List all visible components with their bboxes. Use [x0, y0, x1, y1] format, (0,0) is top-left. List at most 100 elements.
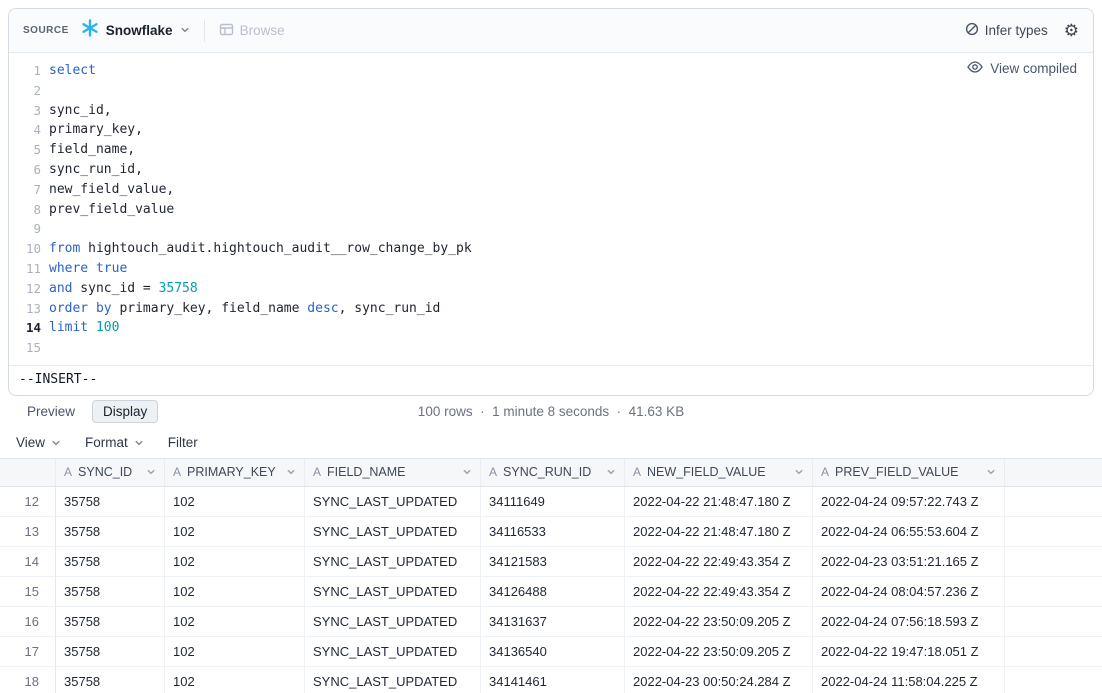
sort-chevron-icon[interactable] — [606, 467, 616, 477]
filter-menu[interactable]: Filter — [168, 435, 198, 450]
table-cell[interactable]: SYNC_LAST_UPDATED — [305, 667, 481, 693]
table-cell-filler — [1005, 667, 1102, 693]
table-cell[interactable]: 102 — [165, 667, 305, 693]
code-line[interactable]: and sync_id = 35758 — [49, 279, 1093, 299]
source-name: Snowflake — [106, 23, 173, 38]
table-cell[interactable]: SYNC_LAST_UPDATED — [305, 637, 481, 667]
line-number: 1 — [9, 61, 41, 81]
column-header-prev_field_value[interactable]: APREV_FIELD_VALUE — [813, 459, 1005, 487]
table-cell[interactable]: SYNC_LAST_UPDATED — [305, 547, 481, 577]
table-cell[interactable]: 34136540 — [481, 637, 625, 667]
column-label: SYNC_ID — [78, 465, 132, 479]
sql-editor[interactable]: 123456789101112131415 select sync_id,pri… — [9, 53, 1093, 365]
table-cell[interactable]: 2022-04-22 22:49:43.354 Z — [625, 547, 813, 577]
table-cell[interactable]: 2022-04-22 23:50:09.205 Z — [625, 637, 813, 667]
table-cell-filler — [1005, 517, 1102, 547]
code-line[interactable]: where true — [49, 259, 1093, 279]
code-line[interactable]: prev_field_value — [49, 200, 1093, 220]
code-line[interactable]: from hightouch_audit.hightouch_audit__ro… — [49, 239, 1093, 259]
code-line[interactable]: field_name, — [49, 140, 1093, 160]
browse-icon — [219, 22, 234, 40]
source-selector[interactable]: Snowflake — [81, 19, 190, 42]
table-cell[interactable]: 34141461 — [481, 667, 625, 693]
column-header-new_field_value[interactable]: ANEW_FIELD_VALUE — [625, 459, 813, 487]
table-cell[interactable]: 35758 — [56, 487, 165, 517]
column-header-sync_run_id[interactable]: ASYNC_RUN_ID — [481, 459, 625, 487]
column-label: FIELD_NAME — [327, 465, 406, 479]
editor-code[interactable]: select sync_id,primary_key,field_name,sy… — [41, 61, 1093, 358]
table-cell[interactable]: 2022-04-24 06:55:53.604 Z — [813, 517, 1005, 547]
table-cell[interactable]: 2022-04-23 03:51:21.165 Z — [813, 547, 1005, 577]
table-cell[interactable]: 102 — [165, 637, 305, 667]
table-cell[interactable]: 102 — [165, 487, 305, 517]
line-number: 4 — [9, 120, 41, 140]
table-cell[interactable]: 102 — [165, 547, 305, 577]
infer-types-button[interactable]: Infer types — [965, 22, 1048, 39]
view-menu[interactable]: View — [16, 435, 61, 450]
code-line[interactable]: new_field_value, — [49, 180, 1093, 200]
code-line[interactable] — [49, 81, 1093, 101]
table-cell[interactable]: 2022-04-24 07:56:18.593 Z — [813, 607, 1005, 637]
sort-chevron-icon[interactable] — [286, 467, 296, 477]
sort-chevron-icon[interactable] — [462, 467, 472, 477]
table-cell[interactable]: 35758 — [56, 577, 165, 607]
table-cell[interactable]: 2022-04-24 09:57:22.743 Z — [813, 487, 1005, 517]
code-line[interactable] — [49, 338, 1093, 358]
table-cell[interactable]: SYNC_LAST_UPDATED — [305, 517, 481, 547]
tab-preview[interactable]: Preview — [16, 400, 86, 423]
table-cell[interactable]: SYNC_LAST_UPDATED — [305, 577, 481, 607]
table-cell[interactable]: 2022-04-22 21:48:47.180 Z — [625, 517, 813, 547]
table-cell[interactable]: 35758 — [56, 547, 165, 577]
table-cell[interactable]: 102 — [165, 577, 305, 607]
format-menu[interactable]: Format — [85, 435, 144, 450]
table-cell[interactable]: 34111649 — [481, 487, 625, 517]
gear-icon[interactable]: ⚙ — [1064, 22, 1079, 39]
table-cell[interactable]: 2022-04-22 19:47:18.051 Z — [813, 637, 1005, 667]
code-line[interactable]: primary_key, — [49, 120, 1093, 140]
table-cell[interactable]: 2022-04-24 08:04:57.236 Z — [813, 577, 1005, 607]
table-cell-filler — [1005, 577, 1102, 607]
chevron-down-icon — [146, 467, 156, 477]
tab-display[interactable]: Display — [92, 400, 158, 423]
line-number: 13 — [9, 299, 41, 319]
sort-chevron-icon[interactable] — [146, 467, 156, 477]
code-line[interactable]: sync_run_id, — [49, 160, 1093, 180]
view-compiled-label: View compiled — [990, 61, 1077, 76]
table-cell[interactable]: 34131637 — [481, 607, 625, 637]
table-cell[interactable]: 2022-04-22 23:50:09.205 Z — [625, 607, 813, 637]
line-number: 3 — [9, 101, 41, 121]
column-label: PREV_FIELD_VALUE — [835, 465, 958, 479]
code-line[interactable]: order by primary_key, field_name desc, s… — [49, 299, 1093, 319]
sort-chevron-icon[interactable] — [986, 467, 996, 477]
table-cell[interactable]: 35758 — [56, 667, 165, 693]
table-cell[interactable]: 35758 — [56, 517, 165, 547]
code-line[interactable] — [49, 219, 1093, 239]
table-cell[interactable]: SYNC_LAST_UPDATED — [305, 607, 481, 637]
code-line[interactable]: limit 100 — [49, 318, 1093, 338]
table-cell[interactable]: SYNC_LAST_UPDATED — [305, 487, 481, 517]
table-cell[interactable]: 102 — [165, 607, 305, 637]
table-cell[interactable]: 35758 — [56, 607, 165, 637]
string-type-icon: A — [633, 465, 641, 479]
table-cell[interactable]: 2022-04-22 22:49:43.354 Z — [625, 577, 813, 607]
table-cell[interactable]: 34121583 — [481, 547, 625, 577]
sort-chevron-icon[interactable] — [794, 467, 804, 477]
code-line[interactable]: select — [49, 61, 1093, 81]
table-cell[interactable]: 2022-04-22 21:48:47.180 Z — [625, 487, 813, 517]
table-cell[interactable]: 2022-04-23 00:50:24.284 Z — [625, 667, 813, 693]
chevron-down-icon — [986, 467, 996, 477]
table-cell[interactable]: 2022-04-24 11:58:04.225 Z — [813, 667, 1005, 693]
column-header-sync_id[interactable]: A SYNC_ID — [56, 459, 165, 487]
column-header-primary_key[interactable]: APRIMARY_KEY — [165, 459, 305, 487]
code-line[interactable]: sync_id, — [49, 101, 1093, 121]
string-type-icon: A — [64, 465, 72, 479]
table-cell[interactable]: 34126488 — [481, 577, 625, 607]
view-compiled-button[interactable]: View compiled — [967, 61, 1077, 76]
table-cell[interactable]: 102 — [165, 517, 305, 547]
table-cell[interactable]: 35758 — [56, 637, 165, 667]
table-cell[interactable]: 34116533 — [481, 517, 625, 547]
browse-button[interactable]: Browse — [219, 22, 285, 40]
column-header-field_name[interactable]: AFIELD_NAME — [305, 459, 481, 487]
editor-gutter: 123456789101112131415 — [9, 61, 41, 358]
chevron-down-icon — [606, 467, 616, 477]
